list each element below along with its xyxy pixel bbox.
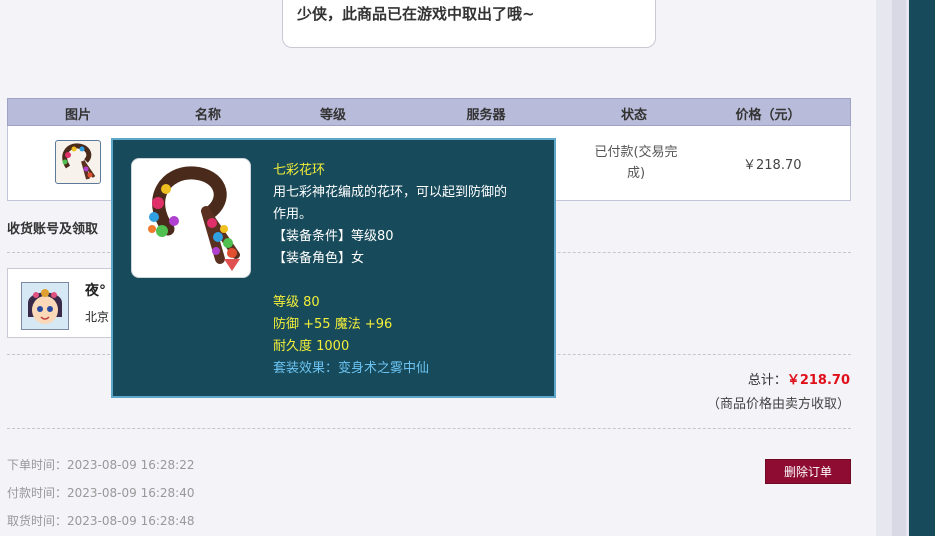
divider [7,428,851,429]
buyer-name: 夜° [85,283,106,299]
item-name: 七彩花环 [273,163,326,178]
item-level: 等级 80 [273,295,320,310]
wreath-icon [62,143,96,180]
header-level: 等级 [319,108,347,123]
wreath-icon [148,166,240,271]
notice-text: 少侠，此商品已在游戏中取出了哦~ [297,5,535,23]
payment-time-label: 付款时间： [7,486,68,500]
equip-level-requirement: 【装备条件】等级80 [273,229,394,244]
order-time-label: 下单时间： [7,458,68,472]
header-name: 名称 [194,108,222,123]
order-time-value: 2023-08-09 16:28:22 [67,458,195,472]
header-image: 图片 [64,108,92,123]
total-amount: ￥218.70 [786,373,850,388]
item-thumbnail[interactable] [55,140,101,184]
header-server: 服务器 [466,108,506,123]
item-tooltip: 七彩花环 用七彩神花编成的花环，可以起到防御的 作用。 【装备条件】等级80 【… [111,138,556,398]
payment-time-value: 2023-08-09 16:28:40 [67,486,195,500]
order-price: ￥218.70 [743,158,802,173]
item-stats: 防御 +55 魔法 +96 [273,317,393,332]
price-note: （商品价格由卖方收取） [706,397,850,412]
set-effect: 套装效果：变身术之雾中仙 [273,361,430,376]
sidebar-stripe [892,0,906,536]
item-desc-line1: 用七彩神花编成的花环，可以起到防御的 [273,185,508,200]
item-durability: 耐久度 1000 [273,339,350,354]
total-label: 总计： [747,373,787,388]
header-status: 状态 [620,108,648,123]
pickup-time-label: 取货时间： [7,514,68,528]
notice-bubble: 少侠，此商品已在游戏中取出了哦~ [282,0,656,48]
pickup-time: 取货时间：2023-08-09 16:28:48 [7,512,194,529]
header-price: 价格（元） [735,108,801,123]
item-image [131,158,251,278]
pickup-time-value: 2023-08-09 16:28:48 [67,514,195,528]
right-sidebar [876,0,935,536]
order-status: 已付款(交易完成) [594,145,678,181]
item-desc-line2: 作用。 [273,207,313,222]
sidebar-dark-panel [909,0,935,536]
delete-order-button[interactable]: 删除订单 [765,459,851,484]
receive-section-title: 收货账号及领取 [7,222,99,237]
order-table-header: 图片 名称 等级 服务器 状态 价格（元） [7,98,851,126]
order-time: 下单时间：2023-08-09 16:28:22 [7,456,194,473]
order-total: 总计：￥218.70 [748,369,850,388]
character-avatar-icon [22,283,68,329]
item-details: 七彩花环 用七彩神花编成的花环，可以起到防御的 作用。 【装备条件】等级80 【… [273,160,543,380]
avatar [21,282,69,330]
equip-role-requirement: 【装备角色】女 [273,251,365,266]
buyer-server: 北京 [85,310,110,324]
payment-time: 付款时间：2023-08-09 16:28:40 [7,484,194,501]
